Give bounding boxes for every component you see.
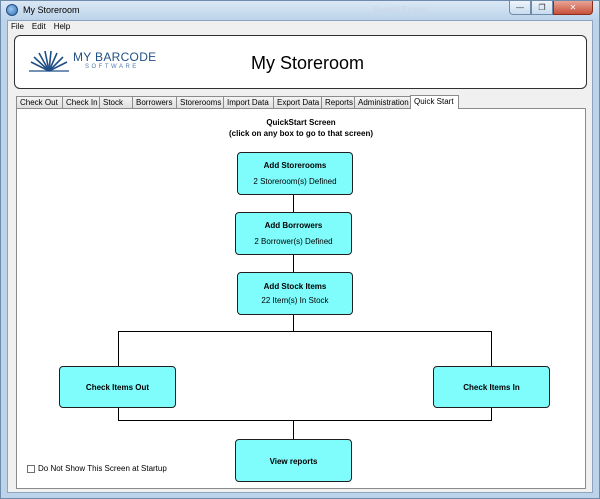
maximize-button[interactable]: ❐ [531, 1, 553, 15]
add-storerooms-label: Add Storerooms [263, 161, 327, 170]
client-area: File Edit Help MY BARCODE SOFTWARE My St… [7, 20, 593, 493]
logo-text: MY BARCODE [73, 50, 157, 64]
quickstart-subtitle: (click on any box to go to that screen) [228, 129, 374, 138]
tab-quick-start[interactable]: Quick Start [410, 95, 459, 109]
menu-bar: File Edit Help [8, 21, 592, 33]
tab-strip: Check Out Check In Stock Borrowers Store… [16, 95, 459, 109]
minimize-button[interactable]: — [509, 1, 531, 15]
connector-line [118, 331, 119, 367]
startup-checkbox-label: Do Not Show This Screen at Startup [38, 464, 167, 473]
storerooms-count: 2 Storeroom(s) Defined [253, 177, 337, 186]
stock-count: 22 Item(s) In Stock [261, 296, 329, 305]
menu-edit[interactable]: Edit [32, 21, 46, 33]
close-icon: ✕ [569, 3, 577, 12]
check-items-in-box[interactable]: Check Items In [433, 366, 550, 408]
quickstart-title: QuickStart Screen [266, 118, 336, 127]
connector-line [293, 420, 294, 440]
add-borrowers-box[interactable]: Add Borrowers 2 Borrower(s) Defined [235, 212, 352, 255]
startup-checkbox[interactable] [27, 464, 35, 473]
app-window: My Storeroom Search Project — ❐ ✕ File E… [0, 0, 600, 499]
window-controls: — ❐ ✕ [509, 1, 593, 15]
logo-subtext: SOFTWARE [85, 64, 139, 70]
add-storerooms-box[interactable]: Add Storerooms 2 Storeroom(s) Defined [237, 152, 353, 195]
check-items-out-box[interactable]: Check Items Out [59, 366, 176, 408]
view-reports-label: View reports [269, 457, 318, 466]
connector-line [491, 331, 492, 367]
connector-line [118, 331, 492, 332]
background-search-text: Search Project [373, 5, 429, 14]
add-borrowers-label: Add Borrowers [264, 221, 323, 230]
page-title: My Storeroom [251, 53, 365, 73]
check-items-out-label: Check Items Out [85, 383, 150, 392]
check-items-in-label: Check Items In [463, 383, 520, 392]
restore-icon: ❐ [538, 3, 546, 12]
startup-option: Do Not Show This Screen at Startup [27, 464, 167, 473]
minimize-icon: — [516, 3, 524, 12]
window-title: My Storeroom [23, 5, 80, 15]
borrowers-count: 2 Borrower(s) Defined [254, 237, 333, 246]
connector-line [118, 420, 492, 421]
close-button[interactable]: ✕ [553, 1, 593, 15]
menu-help[interactable]: Help [54, 21, 70, 33]
barcode-fan-icon [29, 50, 69, 72]
header-panel: MY BARCODE SOFTWARE My Storeroom [14, 35, 587, 89]
quickstart-panel: QuickStart Screen (click on any box to g… [16, 108, 586, 489]
add-stock-items-label: Add Stock Items [263, 282, 327, 291]
title-bar[interactable]: My Storeroom Search Project — ❐ ✕ [1, 1, 599, 20]
menu-file[interactable]: File [11, 21, 24, 33]
add-stock-items-box[interactable]: Add Stock Items 22 Item(s) In Stock [237, 272, 353, 315]
company-logo: MY BARCODE SOFTWARE [29, 48, 159, 76]
view-reports-box[interactable]: View reports [235, 439, 352, 482]
app-icon [6, 4, 18, 16]
